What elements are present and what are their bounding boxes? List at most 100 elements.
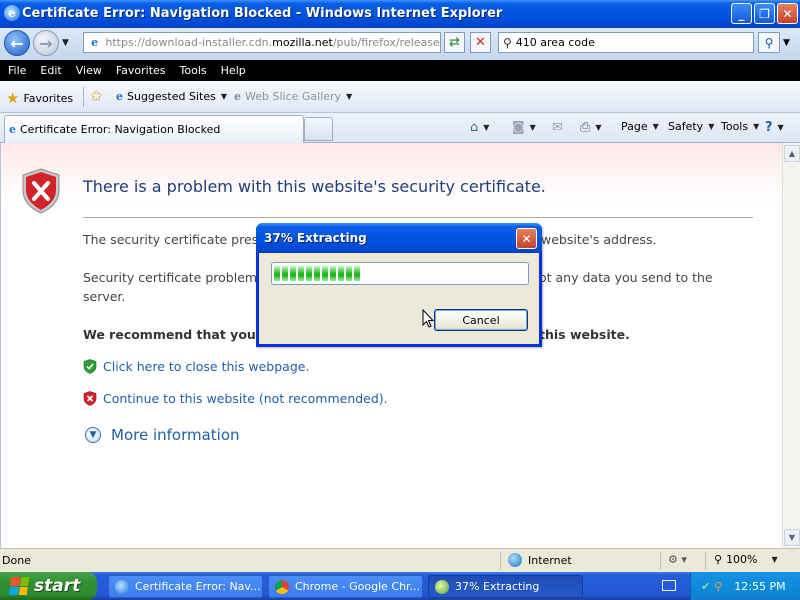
refresh-icon[interactable]: ⇄ xyxy=(444,32,465,53)
recent-pages-dropdown[interactable]: ▼ xyxy=(62,38,69,48)
windows-logo-icon xyxy=(8,577,30,595)
chevron-down-icon: ▼ xyxy=(483,123,490,132)
message-text: Security certificate problems xyxy=(83,270,264,285)
favorites-label: Favorites xyxy=(23,91,74,105)
chevron-down-icon: ▼ xyxy=(708,122,715,131)
help-button[interactable]: ? ▼ xyxy=(765,120,784,135)
zoom-control[interactable]: ⚲ 100% ▼ xyxy=(714,553,778,566)
web-slice-gallery-label: Web Slice Gallery xyxy=(245,90,342,103)
vertical-scrollbar[interactable]: ▲ ▼ xyxy=(782,143,800,548)
search-provider-icon: ⚲ xyxy=(503,35,512,50)
home-button[interactable]: ⌂ ▼ xyxy=(470,120,489,135)
menu-favorites[interactable]: Favorites xyxy=(116,64,166,77)
protected-mode-icon[interactable]: ⚙ ▾ xyxy=(668,553,687,566)
dialog-title[interactable]: 37% Extracting xyxy=(256,223,542,253)
add-favorite-icon[interactable]: ✩ xyxy=(90,87,103,105)
tools-menu-label: Tools xyxy=(721,120,749,133)
help-icon: ? xyxy=(765,120,773,135)
window-titlebar[interactable]: e Certificate Error: Navigation Blocked … xyxy=(0,0,800,28)
shield-check-icon xyxy=(83,359,97,374)
menu-file[interactable]: File xyxy=(8,64,26,77)
search-tray-icon[interactable]: ⚲ xyxy=(714,580,722,593)
zoom-icon: ⚲ xyxy=(714,553,723,566)
safety-menu-label: Safety xyxy=(668,120,704,133)
progress-fill xyxy=(274,266,526,281)
maximize-button[interactable]: ❐ xyxy=(754,3,775,24)
read-mail-button[interactable]: ✉ xyxy=(552,120,563,135)
favorites-button[interactable]: ★ Favorites xyxy=(6,89,73,107)
tab-certificate-error[interactable]: e Certificate Error: Navigation Blocked xyxy=(4,115,304,143)
forward-button[interactable]: → xyxy=(33,30,59,56)
close-webpage-link[interactable]: Click here to close this webpage. xyxy=(83,359,309,374)
navigation-bar: ← → ▼ e https://download-installer.cdn.m… xyxy=(0,28,800,60)
progress-segment xyxy=(338,266,344,281)
taskbar-item-extracting[interactable]: 37% Extracting xyxy=(428,575,583,598)
address-bar[interactable]: e https://download-installer.cdn.mozilla… xyxy=(83,32,441,53)
back-button[interactable]: ← xyxy=(4,30,30,56)
clock[interactable]: 12:55 PM xyxy=(734,580,785,593)
message-text: ot any data you send to the xyxy=(539,270,713,285)
chevron-down-icon: ▼ xyxy=(777,123,784,132)
message-text: website's address. xyxy=(541,232,657,247)
safety-menu-button[interactable]: Safety ▼ xyxy=(668,120,714,133)
network-icon[interactable]: ✔ xyxy=(701,580,710,593)
globe-icon xyxy=(508,553,522,567)
dialog-close-button[interactable]: ✕ xyxy=(516,228,537,249)
suggested-sites-button[interactable]: e Suggested Sites ▼ xyxy=(116,90,227,103)
taskbar-item-chrome[interactable]: Chrome - Google Chr... xyxy=(268,575,423,598)
start-label: start xyxy=(34,576,81,596)
close-webpage-label[interactable]: Click here to close this webpage. xyxy=(103,359,309,374)
chevron-down-icon: ▼ xyxy=(652,122,659,131)
search-input[interactable]: 410 area code xyxy=(516,36,595,49)
system-tray: ✔ ⚲ 12:55 PM xyxy=(690,572,800,600)
status-bar: Done Internet ⚙ ▾ ⚲ 100% ▼ xyxy=(0,548,800,572)
minimize-button[interactable]: _ xyxy=(731,3,752,24)
scroll-up-icon[interactable]: ▲ xyxy=(784,145,800,162)
cancel-button[interactable]: Cancel xyxy=(434,309,528,331)
page-menu-label: Page xyxy=(621,120,648,133)
divider xyxy=(83,217,753,218)
search-icon[interactable]: ⚲ xyxy=(758,32,780,53)
menu-tools[interactable]: Tools xyxy=(180,64,207,77)
progress-segment xyxy=(306,266,312,281)
start-button[interactable]: start xyxy=(0,572,97,600)
taskbar-item-ie[interactable]: Certificate Error: Nav... xyxy=(108,575,263,598)
ie-icon xyxy=(115,579,129,594)
shield-x-icon xyxy=(83,391,97,406)
continue-label[interactable]: Continue to this website (not recommende… xyxy=(103,391,388,406)
stop-icon[interactable]: ✕ xyxy=(470,32,491,53)
more-information-toggle[interactable]: ▼ More information xyxy=(85,426,240,444)
search-options-dropdown[interactable]: ▼ xyxy=(783,38,790,48)
web-slice-gallery-button[interactable]: e Web Slice Gallery ▼ xyxy=(234,90,352,103)
progress-segment xyxy=(354,266,360,281)
page-menu-button[interactable]: Page ▼ xyxy=(621,120,659,133)
tab-row: e Certificate Error: Navigation Blocked … xyxy=(0,113,800,143)
close-window-button[interactable]: ✕ xyxy=(777,3,798,24)
mouse-cursor-icon xyxy=(422,309,434,328)
extracting-dialog: 37% Extracting ✕ Cancel xyxy=(256,223,542,347)
star-icon: ★ xyxy=(6,89,20,107)
installer-icon xyxy=(435,579,449,594)
menu-edit[interactable]: Edit xyxy=(40,64,61,77)
message-text: We recommend that you c xyxy=(83,327,268,342)
scroll-down-icon[interactable]: ▼ xyxy=(784,529,800,546)
menu-bar: File Edit View Favorites Tools Help xyxy=(0,60,800,81)
search-box[interactable]: ⚲ 410 area code xyxy=(498,32,754,53)
suggested-sites-label: Suggested Sites xyxy=(127,90,216,103)
chevron-down-icon: ▼ xyxy=(753,122,760,131)
progress-segment xyxy=(314,266,320,281)
divider xyxy=(83,87,84,107)
feeds-button[interactable]: ◙ ▼ xyxy=(512,120,536,135)
address-url[interactable]: https://download-installer.cdn.mozilla.n… xyxy=(105,36,440,49)
taskbar-item-label: Certificate Error: Nav... xyxy=(135,580,261,593)
progress-segment xyxy=(282,266,288,281)
keyboard-icon[interactable] xyxy=(662,580,676,591)
message-text: server. xyxy=(83,289,126,304)
new-tab-button[interactable] xyxy=(304,117,333,141)
tools-menu-button[interactable]: Tools ▼ xyxy=(721,120,759,133)
print-button[interactable]: ⎙ ▼ xyxy=(580,120,602,135)
security-zone[interactable]: Internet xyxy=(508,553,572,567)
menu-help[interactable]: Help xyxy=(221,64,246,77)
continue-to-website-link[interactable]: Continue to this website (not recommende… xyxy=(83,391,388,406)
menu-view[interactable]: View xyxy=(76,64,102,77)
